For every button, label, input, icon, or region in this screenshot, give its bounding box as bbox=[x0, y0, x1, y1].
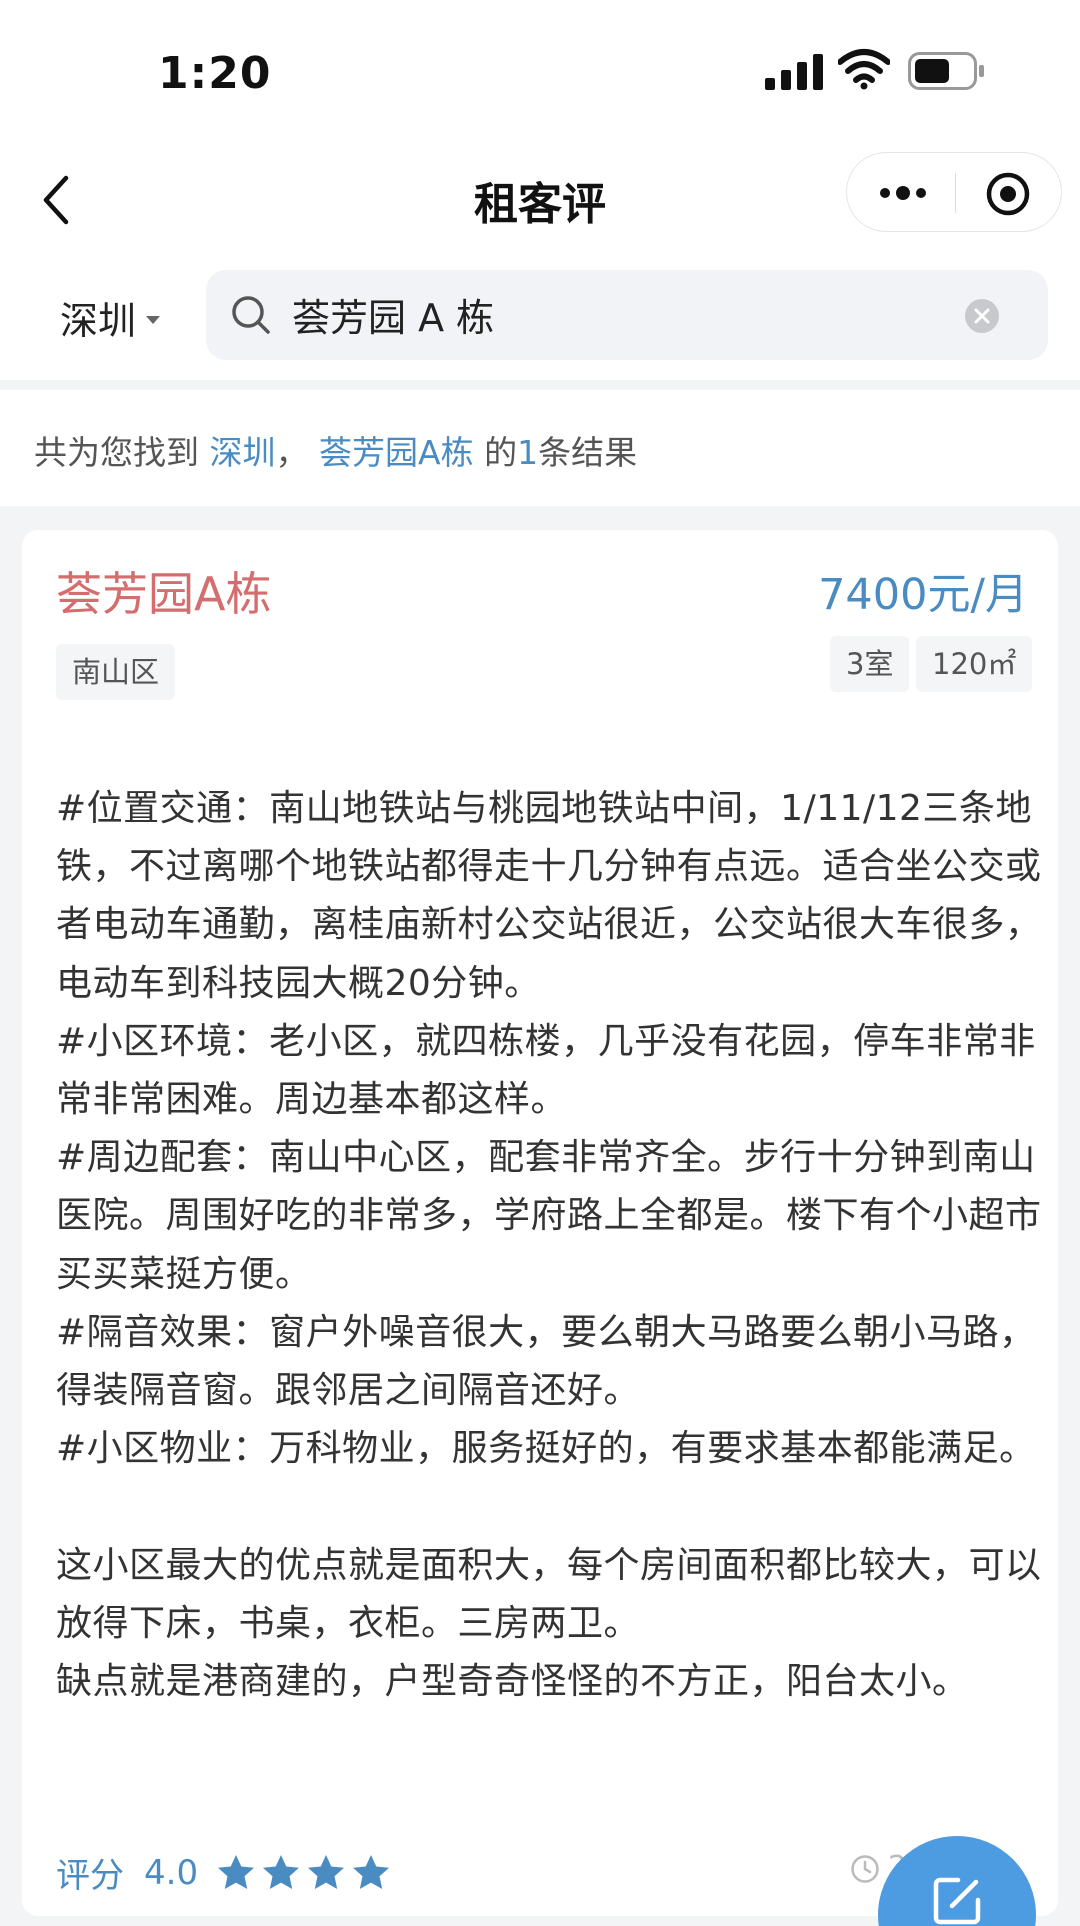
rating-score: 4.0 bbox=[144, 1852, 199, 1893]
status-time: 1:20 bbox=[158, 48, 272, 99]
caret-down-icon bbox=[146, 315, 161, 324]
area-tag: 120㎡ bbox=[916, 636, 1033, 692]
star-icon bbox=[308, 1854, 345, 1889]
rating: 评分 4.0 bbox=[56, 1848, 396, 1897]
battery-icon bbox=[908, 52, 984, 90]
summary-count: 1 bbox=[517, 433, 539, 472]
search-box[interactable] bbox=[206, 270, 1048, 360]
clear-icon[interactable] bbox=[964, 298, 1000, 334]
city-label: 深圳 bbox=[60, 299, 137, 343]
summary-city: 深圳 bbox=[209, 433, 276, 472]
rating-stars bbox=[216, 1853, 396, 1893]
app-root: 1:20 租客评 深圳 荟芳园 A 栋 共为您找到 深圳， 荟芳园A栋 的1条结… bbox=[0, 0, 1080, 1926]
result-summary-text: 共为您找到 深圳， 荟芳园A栋 的1条结果 bbox=[34, 426, 637, 474]
result-summary: 共为您找到 深圳， 荟芳园A栋 的1条结果 bbox=[0, 390, 1080, 506]
clock-icon bbox=[851, 1855, 879, 1883]
star-icon bbox=[353, 1854, 390, 1889]
search-icon bbox=[232, 296, 270, 334]
nav-bar: 租客评 bbox=[0, 140, 1080, 260]
cellular-signal-icon bbox=[765, 54, 823, 90]
star-icon bbox=[218, 1854, 255, 1889]
summary-prefix: 共为您找到 bbox=[34, 433, 210, 472]
community-name: 荟芳园A栋 bbox=[56, 567, 272, 621]
search-bar: 深圳 bbox=[0, 260, 1080, 380]
rating-label: 评分 bbox=[56, 1856, 124, 1896]
review-card[interactable]: 荟芳园A栋 7400元/月 南山区 3室 120㎡ #位置交通：南山地铁站与桃园… bbox=[22, 530, 1058, 1916]
summary-suffix: 条结果 bbox=[538, 433, 638, 472]
summary-sep: ， bbox=[275, 433, 319, 472]
district-tag: 南山区 bbox=[56, 644, 176, 700]
star-icon bbox=[263, 1854, 300, 1889]
rooms-tag: 3室 bbox=[830, 636, 910, 692]
city-selector[interactable]: 深圳 bbox=[60, 290, 161, 345]
target-icon[interactable] bbox=[985, 171, 1031, 217]
capsule-divider bbox=[955, 173, 956, 213]
summary-keyword: 荟芳园A栋 bbox=[319, 433, 474, 472]
mini-program-capsule bbox=[846, 152, 1062, 232]
more-icon[interactable] bbox=[877, 175, 929, 211]
edit-icon bbox=[933, 1877, 981, 1925]
summary-mid: 的 bbox=[473, 433, 518, 472]
status-bar: 1:20 bbox=[0, 0, 1080, 140]
wifi-icon bbox=[838, 49, 890, 90]
review-text: #位置交通：南山地铁站与桃园地铁站中间，1/11/12三条地铁，不过离哪个地铁站… bbox=[56, 788, 1042, 1703]
rent-price: 7400元/月 bbox=[818, 570, 1028, 620]
search-input[interactable] bbox=[292, 284, 942, 344]
